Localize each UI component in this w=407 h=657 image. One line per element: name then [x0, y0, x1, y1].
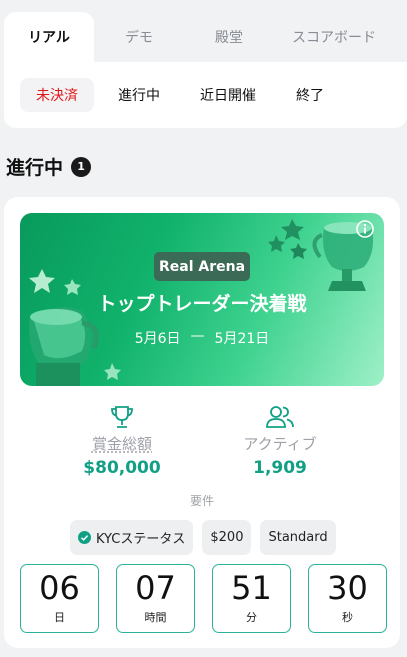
section-title: 進行中: [6, 157, 64, 179]
contest-banner[interactable]: Real Arena トップトレーダー決着戦 5月6日 — 5月21日: [20, 213, 384, 386]
countdown-minutes: 51 分: [212, 564, 291, 633]
start-date: 5月6日: [134, 331, 181, 347]
countdown-hours: 07 時間: [116, 564, 195, 633]
section-header: 進行中 1: [6, 153, 92, 180]
countdown-seconds-value: 30: [327, 569, 368, 607]
contest-card[interactable]: Real Arena トップトレーダー決着戦 5月6日 — 5月21日 賞金総額…: [4, 197, 400, 648]
prize-value: $80,000: [83, 458, 161, 478]
countdown-seconds-unit: 秒: [342, 611, 353, 624]
requirements-list: KYCステータス $200 Standard: [70, 520, 336, 555]
status-filters: 未決済 進行中 近日開催 終了: [20, 78, 340, 112]
mode-tabs: リアル デモ 殿堂 スコアボード: [4, 12, 407, 62]
users-icon: [266, 406, 294, 428]
tab-hall-of-fame[interactable]: 殿堂: [184, 12, 274, 62]
countdown-hours-unit: 時間: [144, 611, 167, 624]
info-icon[interactable]: [356, 220, 374, 238]
tab-real[interactable]: リアル: [4, 12, 94, 62]
countdown-minutes-unit: 分: [246, 611, 257, 624]
filter-unsettled[interactable]: 未決済: [20, 78, 94, 112]
trophy-icon: [111, 406, 133, 428]
filter-in-progress[interactable]: 進行中: [102, 78, 176, 112]
contest-nav-card: リアル デモ 殿堂 スコアボード 未決済 進行中 近日開催 終了: [4, 12, 407, 128]
requirement-kyc-label: KYCステータス: [96, 532, 186, 547]
filter-ended[interactable]: 終了: [280, 78, 340, 112]
section-count-badge: 1: [71, 156, 92, 177]
contest-title: トップトレーダー決着戦: [97, 293, 307, 315]
requirement-account-type: Standard: [260, 520, 336, 555]
date-separator: —: [190, 328, 205, 344]
prize-label[interactable]: 賞金総額: [42, 433, 202, 454]
prize-stat: 賞金総額 $80,000: [42, 403, 202, 478]
active-value: 1,909: [253, 458, 307, 478]
countdown-minutes-value: 51: [231, 569, 272, 607]
requirement-kyc: KYCステータス: [70, 520, 194, 555]
requirements-label: 要件: [189, 494, 214, 508]
active-stat: アクティブ 1,909: [200, 403, 360, 478]
check-circle-icon: [78, 531, 91, 544]
countdown-days-value: 06: [39, 569, 80, 607]
countdown-timer: 06 日 07 時間 51 分 30 秒: [20, 564, 387, 633]
contest-dates: 5月6日 — 5月21日: [20, 328, 384, 348]
countdown-days: 06 日: [20, 564, 99, 633]
active-label: アクティブ: [243, 435, 317, 453]
countdown-seconds: 30 秒: [308, 564, 387, 633]
arena-badge: Real Arena: [154, 252, 250, 281]
countdown-days-unit: 日: [54, 611, 65, 624]
filter-upcoming[interactable]: 近日開催: [184, 78, 272, 112]
tab-scoreboard[interactable]: スコアボード: [274, 12, 394, 62]
end-date: 5月21日: [214, 331, 270, 347]
tab-demo[interactable]: デモ: [94, 12, 184, 62]
requirement-deposit: $200: [202, 520, 252, 555]
countdown-hours-value: 07: [135, 569, 176, 607]
